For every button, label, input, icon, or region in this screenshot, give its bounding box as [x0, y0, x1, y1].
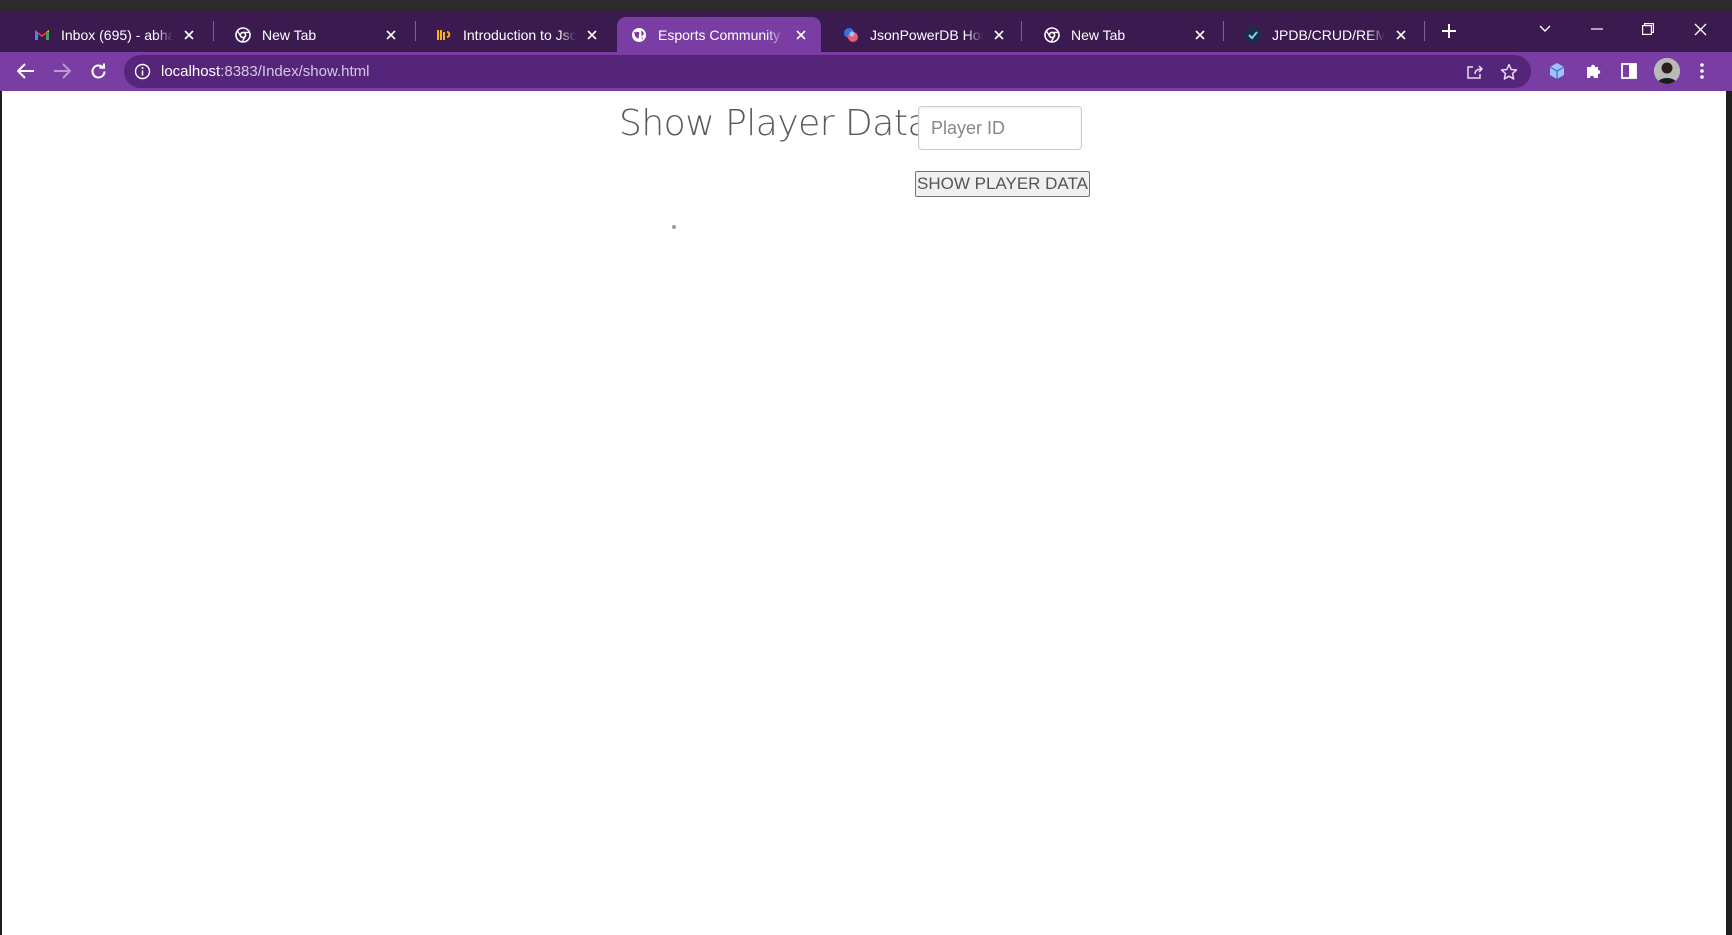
close-icon[interactable]	[791, 25, 811, 45]
restore-icon	[1642, 23, 1654, 35]
close-icon[interactable]	[989, 25, 1009, 45]
url-text[interactable]: localhost:8383/Index/show.html	[161, 63, 369, 80]
tab-strip: Inbox (695) - abhay.s New Tab Introducti…	[0, 11, 1732, 52]
close-icon[interactable]	[1190, 25, 1210, 45]
arrow-left-icon	[17, 63, 34, 79]
arrow-right-icon	[54, 63, 71, 79]
chevron-down-icon	[1539, 25, 1551, 32]
url-path: :8383/Index/show.html	[220, 63, 370, 80]
tab-new-tab-2[interactable]: New Tab	[1019, 17, 1220, 52]
tab-jpdb-crud-remove[interactable]: JPDB/CRUD/REMOVE	[1220, 17, 1421, 52]
reload-button[interactable]	[82, 55, 114, 87]
tab-inbox[interactable]: Inbox (695) - abhay.s	[9, 17, 209, 52]
tab-separator	[1424, 21, 1425, 41]
minimize-button[interactable]	[1574, 11, 1620, 47]
close-icon[interactable]	[179, 25, 199, 45]
chrome-icon	[234, 26, 252, 44]
chrome-icon	[1043, 26, 1061, 44]
side-panel-icon[interactable]	[1613, 55, 1645, 87]
tab-jsonpowerdb-home[interactable]: JsonPowerDB Home P	[818, 17, 1019, 52]
browser-toolbar: localhost:8383/Index/show.html	[0, 52, 1732, 91]
close-window-button[interactable]	[1677, 11, 1723, 47]
info-icon[interactable]	[134, 63, 151, 80]
tab-title: Introduction to JsonP	[463, 26, 576, 43]
jpdb-icon	[842, 26, 860, 44]
bookmark-star-icon[interactable]	[1496, 59, 1522, 85]
window-frame-top	[0, 0, 1732, 11]
close-icon	[1694, 23, 1706, 35]
tab-title: JPDB/CRUD/REMOVE	[1272, 26, 1385, 43]
url-host: localhost	[161, 63, 221, 80]
tab-title: New Tab	[1071, 26, 1126, 43]
back-button[interactable]	[10, 55, 42, 87]
close-icon[interactable]	[1391, 25, 1411, 45]
show-player-data-button[interactable]: SHOW PLAYER DATA	[915, 171, 1090, 197]
new-tab-button[interactable]	[1434, 16, 1464, 46]
tab-esports-community[interactable]: Esports Community D	[617, 17, 821, 52]
tab-new-tab[interactable]: New Tab	[210, 17, 411, 52]
tab-title: JsonPowerDB Home P	[870, 26, 983, 43]
close-icon[interactable]	[381, 25, 401, 45]
page-viewport: Show Player Data SHOW PLAYER DATA	[2, 91, 1726, 935]
restore-button[interactable]	[1625, 11, 1671, 47]
reload-icon	[91, 63, 105, 78]
menu-kebab-icon[interactable]	[1686, 55, 1718, 87]
tab-search-button[interactable]	[1522, 11, 1568, 47]
tab-title: New Tab	[262, 26, 317, 43]
page-title: Show Player Data	[619, 103, 930, 144]
player-id-input[interactable]	[918, 106, 1082, 150]
forward-button[interactable]	[46, 55, 78, 87]
tab-title: Inbox (695) - abhay.s	[61, 26, 173, 43]
json-icon	[435, 26, 453, 44]
tab-intro-jsonpowerdb[interactable]: Introduction to JsonP	[411, 17, 612, 52]
extensions-puzzle-icon[interactable]	[1577, 55, 1609, 87]
close-icon[interactable]	[582, 25, 602, 45]
profile-avatar[interactable]	[1654, 58, 1680, 84]
gmail-icon	[33, 26, 51, 44]
loading-dot	[672, 225, 676, 229]
globe-icon	[630, 26, 648, 44]
check-icon	[1244, 26, 1262, 44]
browser-window: Inbox (695) - abhay.s New Tab Introducti…	[0, 0, 1732, 935]
address-bar[interactable]: localhost:8383/Index/show.html	[124, 55, 1531, 88]
share-icon[interactable]	[1462, 59, 1488, 85]
extension-cube-icon[interactable]	[1541, 55, 1573, 87]
tab-title: Esports Community D	[658, 26, 785, 43]
minimize-icon	[1591, 28, 1603, 30]
